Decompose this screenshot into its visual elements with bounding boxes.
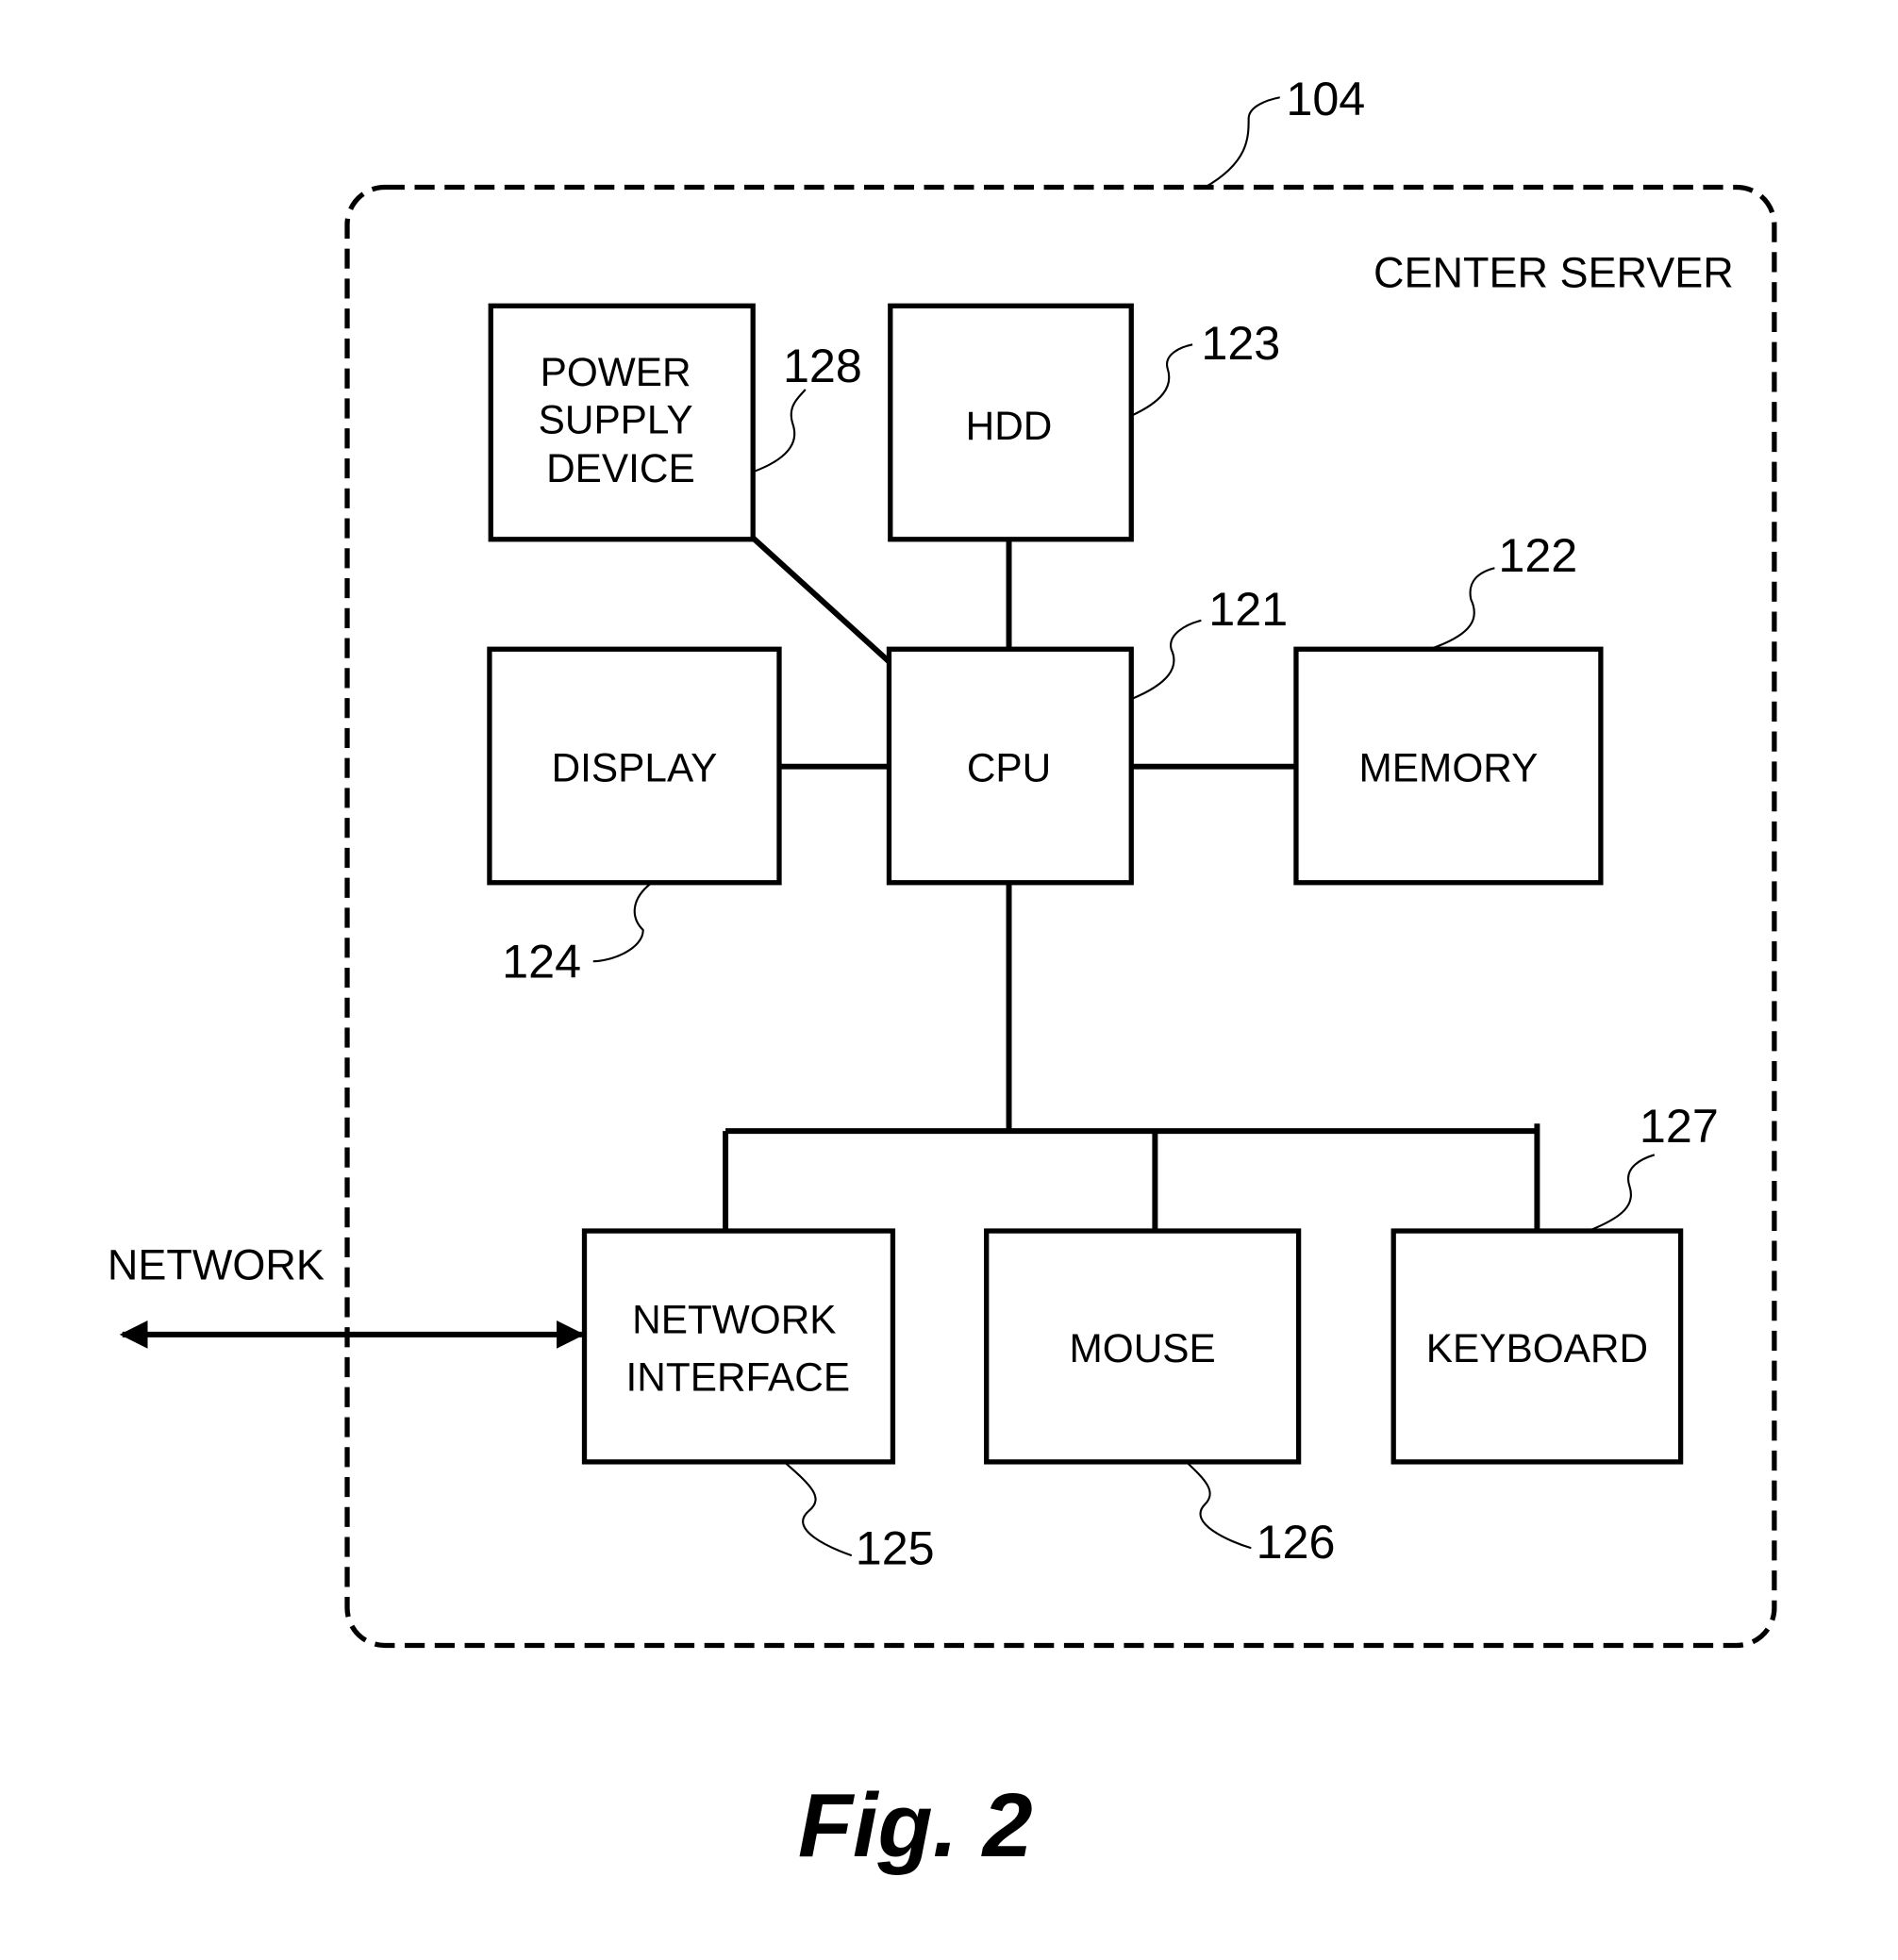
leader-123: [1130, 343, 1193, 417]
block-label: MEMORY: [1359, 746, 1539, 790]
block-memory: MEMORY: [1293, 646, 1604, 886]
leader-127: [1588, 1154, 1656, 1233]
ref-126: 126: [1257, 1515, 1336, 1569]
network-label: NETWORK: [108, 1241, 325, 1289]
center-server-label: CENTER SERVER: [1374, 248, 1734, 296]
block-label: NETWORK: [632, 1298, 836, 1342]
ref-104: 104: [1286, 72, 1365, 125]
block-label: DISPLAY: [552, 746, 718, 790]
ref-125: 125: [856, 1520, 935, 1574]
block-label: HDD: [966, 404, 1053, 448]
block-label: KEYBOARD: [1426, 1326, 1648, 1370]
block-label: CPU: [967, 746, 1051, 790]
leader-126: [1185, 1461, 1252, 1550]
ref-124: 124: [502, 934, 581, 988]
block-display: DISPLAY: [487, 646, 782, 886]
leader-125: [783, 1461, 853, 1557]
block-label: POWER: [541, 350, 691, 394]
ref-122: 122: [1498, 528, 1577, 582]
block-mouse: MOUSE: [984, 1228, 1302, 1465]
leader-121: [1130, 619, 1202, 701]
block-label: SUPPLY: [539, 397, 693, 441]
ref-123: 123: [1201, 316, 1280, 370]
block-label: INTERFACE: [626, 1354, 851, 1399]
block-label: MOUSE: [1070, 1326, 1216, 1370]
ref-128: 128: [783, 339, 862, 392]
ref-127: 127: [1640, 1099, 1719, 1153]
block-diagram: CENTER SERVER 104 NETWORK POWER SUPPLY D…: [108, 72, 1777, 1876]
wire-power-cpu: [749, 534, 891, 664]
block-keyboard: KEYBOARD: [1390, 1228, 1684, 1465]
leader-124: [592, 881, 653, 963]
block-power-supply: POWER SUPPLY DEVICE: [488, 303, 756, 542]
ref-121: 121: [1208, 582, 1288, 636]
block-hdd: HDD: [888, 303, 1134, 542]
leader-104: [1204, 96, 1280, 189]
leader-128: [752, 389, 807, 473]
leader-122: [1429, 567, 1495, 651]
figure-caption: Fig. 2: [798, 1776, 1033, 1876]
block-cpu: CPU: [886, 646, 1134, 886]
block-network-interface: NETWORK INTERFACE: [581, 1228, 896, 1465]
block-label: DEVICE: [546, 446, 695, 490]
